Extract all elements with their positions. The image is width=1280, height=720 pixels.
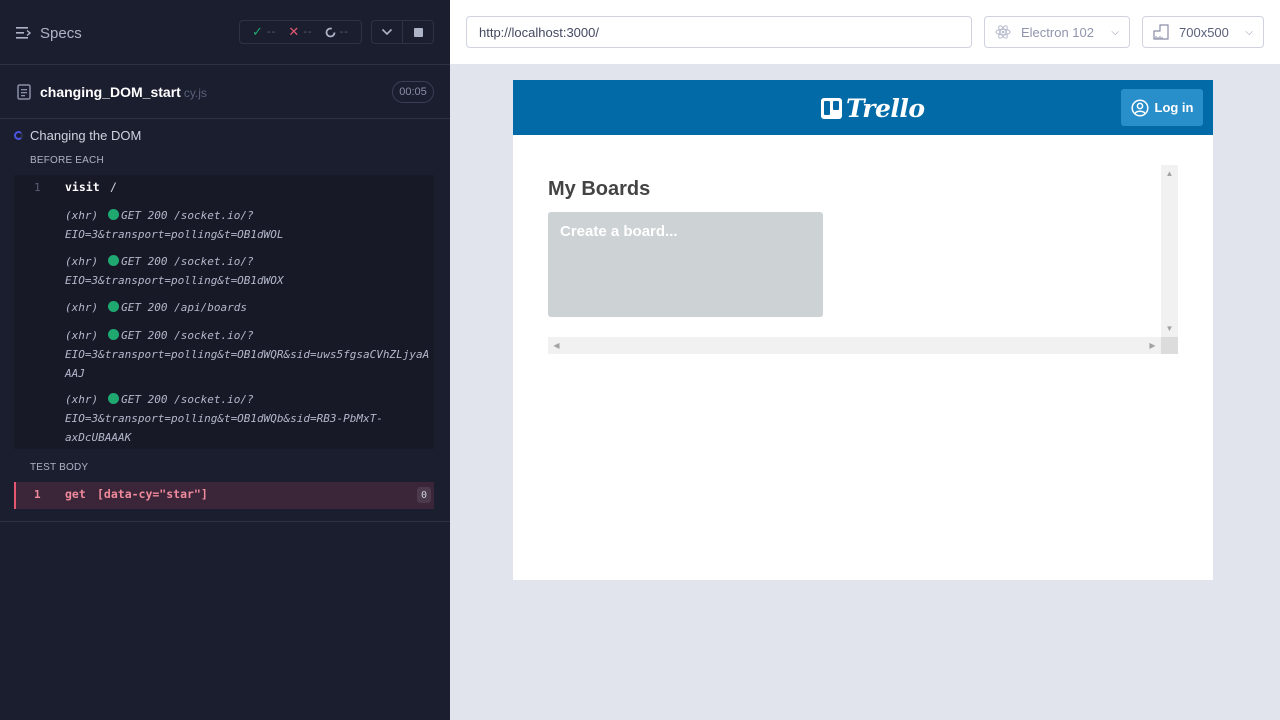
command-argument: /	[110, 180, 117, 194]
xhr-tag: (xhr)	[65, 329, 99, 342]
viewport-select[interactable]: 700x500 ⌵	[1142, 16, 1264, 48]
reporter-header: Specs ✓ -- ✕ -- --	[0, 0, 450, 65]
run-controls	[371, 20, 434, 44]
specs-label: Specs	[40, 24, 82, 42]
xhr-log-entry[interactable]: (xhr) GET 200 /socket.io/? EIO=3&transpor…	[65, 390, 435, 447]
user-circle-icon	[1130, 98, 1149, 117]
spec-duration: 00:05	[392, 81, 434, 103]
passed-count: --	[266, 26, 277, 38]
status-dot-icon	[108, 393, 120, 404]
xhr-tag: (xhr)	[65, 301, 99, 314]
xhr-log-entry[interactable]: (xhr) GET 200 /socket.io/? EIO=3&transpor…	[65, 252, 435, 290]
xhr-request-cont: EIO=3&transport=polling&t=OB1dWOX	[65, 274, 284, 287]
status-dot-icon	[108, 255, 120, 266]
collapse-button[interactable]	[372, 21, 402, 43]
login-label: Log in	[1154, 100, 1194, 115]
failed-command-row[interactable]: 1 get [data-cy="star"] 0	[14, 482, 434, 509]
suite-title: Changing the DOM	[30, 127, 142, 143]
xhr-tag: (xhr)	[65, 255, 99, 268]
app-viewport: Trello Log in My Boards Create a board..…	[513, 80, 1213, 580]
reporter-panel: Specs ✓ -- ✕ -- -- changing_DOM_start cy…	[0, 0, 450, 720]
xhr-log-entry[interactable]: (xhr) GET 200 /socket.io/? EIO=3&transpor…	[65, 326, 435, 383]
divider	[0, 521, 450, 522]
xhr-request-cont: axDcUBAAAK	[65, 431, 132, 444]
ruler-icon	[1153, 24, 1169, 40]
status-dot-icon	[108, 329, 120, 340]
failed-stat: ✕ --	[288, 24, 312, 40]
pending-circle-icon	[325, 27, 336, 37]
xhr-request-cont: EIO=3&transport=polling&t=OB1dWQR&sid=uw…	[65, 348, 430, 361]
running-spinner-icon	[14, 130, 23, 140]
command-name[interactable]: visit	[65, 180, 100, 194]
suite-title-row[interactable]: Changing the DOM	[14, 127, 141, 143]
app-preview-panel: Electron 102 ⌵ 700x500 ⌵ Trello	[450, 0, 1280, 720]
command-number: 1	[34, 181, 41, 194]
browser-label: Electron 102	[1021, 24, 1094, 40]
xhr-log-entry[interactable]: (xhr) GET 200 /socket.io/? EIO=3&transpor…	[65, 206, 435, 244]
element-count-badge: 0	[417, 487, 431, 503]
xhr-tag: (xhr)	[65, 393, 99, 406]
pending-stat: --	[325, 26, 349, 38]
xhr-log-entry[interactable]: (xhr) GET 200 /api/boards	[65, 298, 435, 317]
menu-lines-icon	[16, 27, 32, 39]
url-input[interactable]	[466, 16, 972, 48]
status-dot-icon	[108, 209, 120, 220]
spec-file-row: changing_DOM_start cy.js 00:05	[0, 65, 450, 119]
trello-board-icon	[821, 97, 842, 119]
viewport-label: 700x500	[1179, 24, 1229, 40]
xhr-request: GET 200 /socket.io/?	[121, 393, 254, 406]
command-number: 1	[34, 488, 41, 501]
spec-file-basename: changing_DOM_start	[40, 84, 181, 100]
status-dot-icon	[108, 301, 120, 312]
command-selector: [data-cy="star"]	[97, 487, 208, 501]
vertical-scrollbar[interactable]: ▲ ▼	[1161, 165, 1178, 337]
scroll-up-icon[interactable]: ▲	[1161, 165, 1178, 182]
boards-scroll-area: My Boards Create a board... ▲ ▼ ◀ ▶	[548, 165, 1178, 354]
browser-select[interactable]: Electron 102 ⌵	[984, 16, 1130, 48]
test-body-label: TEST BODY	[30, 462, 89, 473]
trello-header: Trello Log in	[513, 80, 1213, 135]
electron-icon	[995, 25, 1011, 39]
scroll-down-icon[interactable]: ▼	[1161, 320, 1178, 337]
horizontal-scrollbar[interactable]: ◀ ▶	[548, 337, 1161, 354]
chevron-down-icon: ⌵	[1245, 26, 1253, 38]
scroll-left-icon[interactable]: ◀	[548, 337, 565, 354]
spec-file-name[interactable]: changing_DOM_start cy.js	[40, 84, 207, 100]
specs-toggle-button[interactable]: Specs	[16, 20, 82, 46]
xhr-tag: (xhr)	[65, 209, 99, 222]
command-name: get	[65, 487, 86, 501]
spec-file-extension: cy.js	[183, 86, 207, 100]
pending-count: --	[339, 26, 349, 38]
stop-button[interactable]	[402, 21, 433, 43]
before-each-label: BEFORE EACH	[30, 155, 104, 166]
document-icon	[17, 84, 31, 100]
login-button[interactable]: Log in	[1121, 89, 1203, 126]
failed-count: --	[303, 26, 313, 38]
xhr-request-cont: AAJ	[65, 367, 85, 380]
xhr-request: GET 200 /socket.io/?	[121, 255, 254, 268]
trello-logo[interactable]: Trello	[821, 93, 925, 123]
chevron-down-icon: ⌵	[1111, 26, 1119, 38]
stop-icon	[413, 27, 423, 37]
scroll-right-icon[interactable]: ▶	[1144, 337, 1161, 354]
page-title: My Boards	[548, 178, 651, 200]
create-board-button[interactable]: Create a board...	[548, 212, 823, 317]
xhr-request-cont: EIO=3&transport=polling&t=OB1dWOL	[65, 228, 284, 241]
check-icon: ✓	[252, 24, 263, 39]
chevron-down-icon	[382, 28, 393, 36]
xhr-request: GET 200 /api/boards	[121, 301, 247, 314]
x-icon: ✕	[288, 24, 300, 39]
preview-toolbar: Electron 102 ⌵ 700x500 ⌵	[450, 0, 1280, 64]
xhr-request: GET 200 /socket.io/?	[121, 329, 254, 342]
xhr-request-cont: EIO=3&transport=polling&t=OB1dWQb&sid=RB…	[65, 412, 383, 425]
passed-stat: ✓ --	[252, 24, 276, 40]
test-stats: ✓ -- ✕ -- --	[239, 20, 362, 44]
scrollbar-corner	[1161, 337, 1178, 354]
xhr-request: GET 200 /socket.io/?	[121, 209, 254, 222]
before-each-commands: 1 visit / (xhr) GET 200 /socket.io/? EIO=…	[14, 175, 434, 449]
trello-wordmark: Trello	[846, 93, 925, 123]
